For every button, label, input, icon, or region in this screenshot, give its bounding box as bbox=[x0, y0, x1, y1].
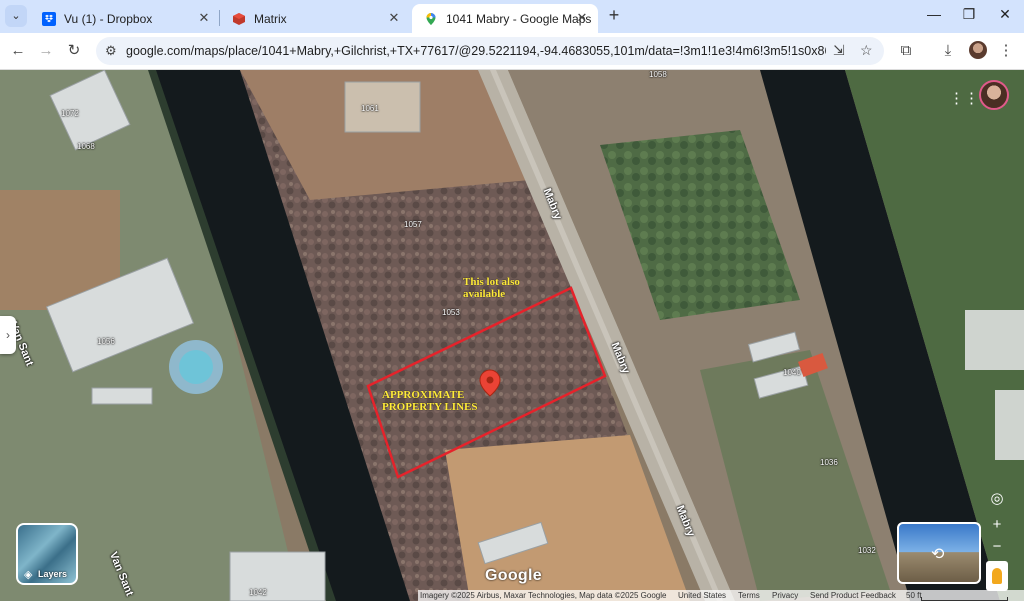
back-arrow-icon[interactable]: ← bbox=[8, 41, 28, 61]
forward-arrow-icon[interactable]: → bbox=[36, 41, 56, 61]
tab-title: Vu (1) - Dropbox bbox=[64, 12, 153, 26]
street-view-preview[interactable]: ⟲ bbox=[897, 522, 981, 584]
parcel-label: 1061 bbox=[361, 104, 379, 113]
tab-search-button[interactable]: ⌄ bbox=[5, 5, 27, 27]
pegman-icon[interactable] bbox=[986, 561, 1008, 591]
kebab-menu-icon[interactable]: ⋮ bbox=[996, 41, 1016, 61]
extensions-puzzle-icon[interactable]: ⧉ bbox=[896, 41, 916, 61]
layers-icon: ◈ bbox=[24, 569, 33, 581]
expand-side-panel-button[interactable]: › bbox=[0, 316, 16, 354]
privacy-link[interactable]: Privacy bbox=[772, 591, 798, 600]
google-logo: Google bbox=[485, 567, 542, 584]
bookmark-star-icon[interactable]: ☆ bbox=[860, 42, 873, 59]
rotate-360-icon: ⟲ bbox=[931, 546, 945, 563]
parcel-label: 1040 bbox=[783, 368, 801, 377]
imagery-attribution: Imagery ©2025 Airbus, Maxar Technologies… bbox=[420, 591, 667, 600]
tab-title: 1041 Mabry - Google Maps bbox=[446, 12, 592, 26]
parcel-label: 1072 bbox=[61, 109, 79, 118]
reload-icon[interactable]: ↻ bbox=[64, 41, 84, 61]
tab-dropbox[interactable]: Vu (1) - Dropbox ✕ bbox=[30, 4, 220, 33]
account-avatar[interactable] bbox=[979, 80, 1009, 110]
browser-toolbar: ← → ↻ ⚙ google.com/maps/place/1041+Mabry… bbox=[0, 33, 1024, 70]
address-bar[interactable]: ⚙ google.com/maps/place/1041+Mabry,+Gilc… bbox=[96, 37, 884, 65]
property-lines-annotation: APPROXIMATE PROPERTY LINES bbox=[382, 389, 478, 413]
close-tab-icon[interactable]: ✕ bbox=[386, 10, 402, 26]
parcel-label: 1068 bbox=[77, 142, 95, 151]
site-info-icon[interactable]: ⚙ bbox=[105, 43, 117, 59]
parcel-label: 1042 bbox=[249, 588, 267, 597]
parcel-label: 1056 bbox=[97, 337, 115, 346]
lot-available-annotation: This lot also available bbox=[463, 276, 520, 300]
dropbox-icon bbox=[42, 12, 56, 26]
url-text: google.com/maps/place/1041+Mabry,+Gilchr… bbox=[126, 44, 826, 58]
downloads-icon[interactable]: ⤓ bbox=[938, 41, 958, 61]
parcel-label: 1032 bbox=[858, 546, 876, 555]
terms-link[interactable]: Terms bbox=[738, 591, 760, 600]
my-location-icon[interactable]: ◎ bbox=[985, 488, 1009, 510]
parcel-label: 1053 bbox=[442, 308, 460, 317]
zoom-out-button[interactable]: − bbox=[985, 536, 1009, 558]
close-window-icon[interactable]: ✕ bbox=[993, 6, 1017, 23]
tab-title: Matrix bbox=[254, 12, 287, 26]
restore-window-icon[interactable]: ❐ bbox=[957, 6, 981, 23]
layers-label: Layers bbox=[38, 569, 68, 579]
new-tab-button[interactable]: + bbox=[603, 5, 625, 26]
layers-button[interactable]: ◈ Layers bbox=[16, 523, 78, 585]
zoom-in-button[interactable]: + bbox=[985, 514, 1009, 536]
matrix-icon bbox=[233, 13, 245, 25]
scale-bar bbox=[921, 597, 1008, 601]
region-link[interactable]: United States bbox=[678, 591, 726, 600]
parcel-label: 1057 bbox=[404, 220, 422, 229]
tab-matrix[interactable]: Matrix ✕ bbox=[220, 4, 410, 33]
close-tab-icon[interactable]: ✕ bbox=[574, 10, 590, 26]
minimize-icon[interactable]: — bbox=[922, 6, 946, 22]
close-tab-icon[interactable]: ✕ bbox=[196, 10, 212, 26]
profile-avatar[interactable] bbox=[969, 41, 987, 59]
scale-label[interactable]: 50 ft bbox=[906, 591, 922, 600]
install-app-icon[interactable]: ⇲ bbox=[833, 42, 845, 59]
feedback-link[interactable]: Send Product Feedback bbox=[810, 591, 896, 600]
google-maps-icon bbox=[426, 13, 436, 25]
satellite-imagery bbox=[0, 70, 1024, 601]
tab-google-maps[interactable]: 1041 Mabry - Google Maps ✕ bbox=[412, 4, 598, 33]
parcel-label: 1036 bbox=[820, 458, 838, 467]
satellite-map[interactable]: 1058 1061 1072 1068 1057 1053 1056 1040 … bbox=[0, 70, 1024, 601]
tab-strip: ⌄ Vu (1) - Dropbox ✕ Matrix ✕ 1041 Mabry… bbox=[0, 0, 1024, 33]
parcel-label: 1058 bbox=[649, 70, 667, 79]
